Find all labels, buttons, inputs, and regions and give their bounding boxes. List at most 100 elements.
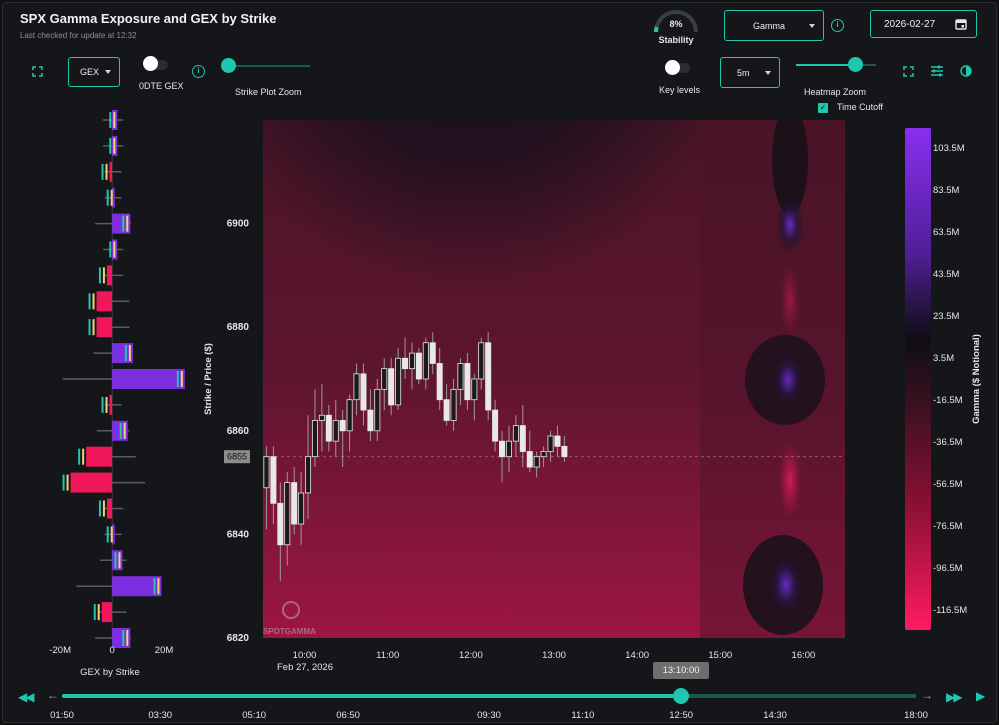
candle-body: [422, 342, 429, 380]
candle-body: [367, 409, 374, 432]
gex-marker: [109, 112, 112, 128]
colorbar-tick: -96.5M: [933, 563, 963, 574]
candle-body: [360, 373, 367, 411]
candle-body: [305, 456, 312, 494]
candle-body: [291, 482, 298, 525]
gex-bar: [106, 265, 113, 286]
gex-marker: [113, 112, 116, 128]
gex-marker: [126, 630, 129, 646]
gex-marker: [82, 448, 85, 465]
gex-marker: [180, 371, 183, 387]
timeline-tick: 01:50: [50, 710, 74, 721]
candle-body: [311, 420, 318, 458]
gex-marker: [92, 293, 95, 310]
gex-marker: [78, 448, 81, 465]
candle-body: [318, 414, 325, 421]
heatmap-blob: [780, 262, 800, 338]
candle-body: [332, 420, 339, 442]
fast-forward-icon[interactable]: ▶▶: [946, 690, 963, 704]
gex-bars: [62, 110, 185, 648]
heatmap-x-tick: 13:00: [542, 650, 566, 661]
candle-body: [374, 388, 381, 432]
candle-body: [429, 342, 436, 364]
gex-marker: [119, 422, 122, 439]
heatmap-x-tick: 14:00: [625, 650, 649, 661]
gex-x-ticks: -20M 0 20M: [49, 645, 173, 656]
candle-body: [381, 368, 388, 390]
candle-body: [402, 357, 409, 370]
timeline-tooltip: 13:10:00: [653, 662, 710, 679]
colorbar-tick: -116.5M: [933, 605, 967, 616]
gex-bar: [112, 369, 185, 389]
heatmap-y-tick: 6880: [227, 322, 250, 333]
candle-body: [408, 352, 415, 370]
candle-body: [505, 440, 512, 458]
timeline-track-remaining: [681, 694, 916, 698]
rewind-icon[interactable]: ◀◀: [18, 690, 35, 704]
gex-marker: [128, 345, 131, 362]
timeline-tick: 18:00: [904, 710, 928, 721]
heatmap-x-tick: 16:00: [792, 650, 816, 661]
heatmap-x-tick: 12:00: [459, 650, 483, 661]
timeline-tick: 03:30: [148, 710, 173, 721]
candle-body: [284, 482, 291, 546]
gex-marker: [126, 215, 129, 232]
candle-body: [339, 420, 346, 432]
gex-marker: [113, 241, 116, 258]
candle-body: [519, 425, 526, 452]
heatmap-blob: [772, 352, 804, 408]
step-back-icon[interactable]: ←: [47, 688, 59, 702]
heatmap-x-ticks: 10:00 11:00 12:00 13:00 14:00 15:00 16:00: [293, 650, 816, 661]
gamma-heatmap: [263, 120, 845, 638]
step-forward-icon[interactable]: →: [921, 688, 933, 702]
gex-bar: [101, 602, 113, 623]
heatmap-x-tick: 15:00: [708, 650, 732, 661]
candle-body: [547, 435, 554, 452]
gex-marker: [105, 163, 108, 180]
heatmap-blob: [776, 197, 804, 253]
candle-body: [325, 414, 332, 442]
gex-bar: [112, 550, 123, 571]
gex-marker: [123, 422, 126, 439]
candle-body: [395, 357, 402, 406]
gex-bar: [70, 472, 113, 493]
gex-marker: [106, 189, 109, 206]
gex-marker: [101, 163, 104, 180]
candle-body: [415, 352, 422, 380]
colorbar-tick: -16.5M: [933, 395, 963, 406]
candle-body: [263, 456, 270, 489]
gex-marker: [110, 526, 113, 543]
heatmap-y-axis-label: Strike / Price ($): [203, 343, 214, 415]
heatmap-y-tick: 6840: [227, 529, 250, 540]
play-icon[interactable]: ▶: [976, 689, 985, 703]
gex-marker: [109, 137, 112, 154]
candle-body: [443, 399, 450, 421]
candle-body: [526, 451, 533, 468]
gex-bar: [86, 446, 113, 467]
heatmap-blob: [778, 440, 802, 520]
gex-marker: [93, 604, 96, 621]
candle-body: [353, 373, 360, 401]
candle-body: [436, 363, 443, 401]
heatmap-x-tick: 11:00: [376, 650, 399, 661]
gex-bar: [109, 161, 113, 182]
gex-marker: [88, 293, 91, 310]
gex-marker: [98, 500, 101, 517]
gex-marker: [102, 267, 105, 284]
candle-body: [277, 502, 284, 546]
candle-body: [512, 425, 519, 442]
gex-marker: [92, 319, 95, 336]
candle-body: [499, 440, 506, 458]
gamma-chart: SPOTGAMMA 6855 6820 6840 6860 6880 6900 10:0…: [49, 110, 982, 678]
gex-marker: [105, 396, 108, 413]
candle-body: [450, 388, 457, 421]
timeline-tick: 12:50: [669, 710, 694, 721]
heatmap-blob: [768, 553, 804, 617]
candle-body: [540, 451, 547, 458]
gex-marker: [124, 345, 127, 362]
gex-marker: [106, 526, 109, 543]
gex-marker: [110, 189, 113, 206]
colorbar-tick: 103.5M: [933, 143, 965, 154]
gex-marker: [114, 552, 117, 569]
colorbar-label: Gamma ($ Notional): [971, 334, 982, 424]
